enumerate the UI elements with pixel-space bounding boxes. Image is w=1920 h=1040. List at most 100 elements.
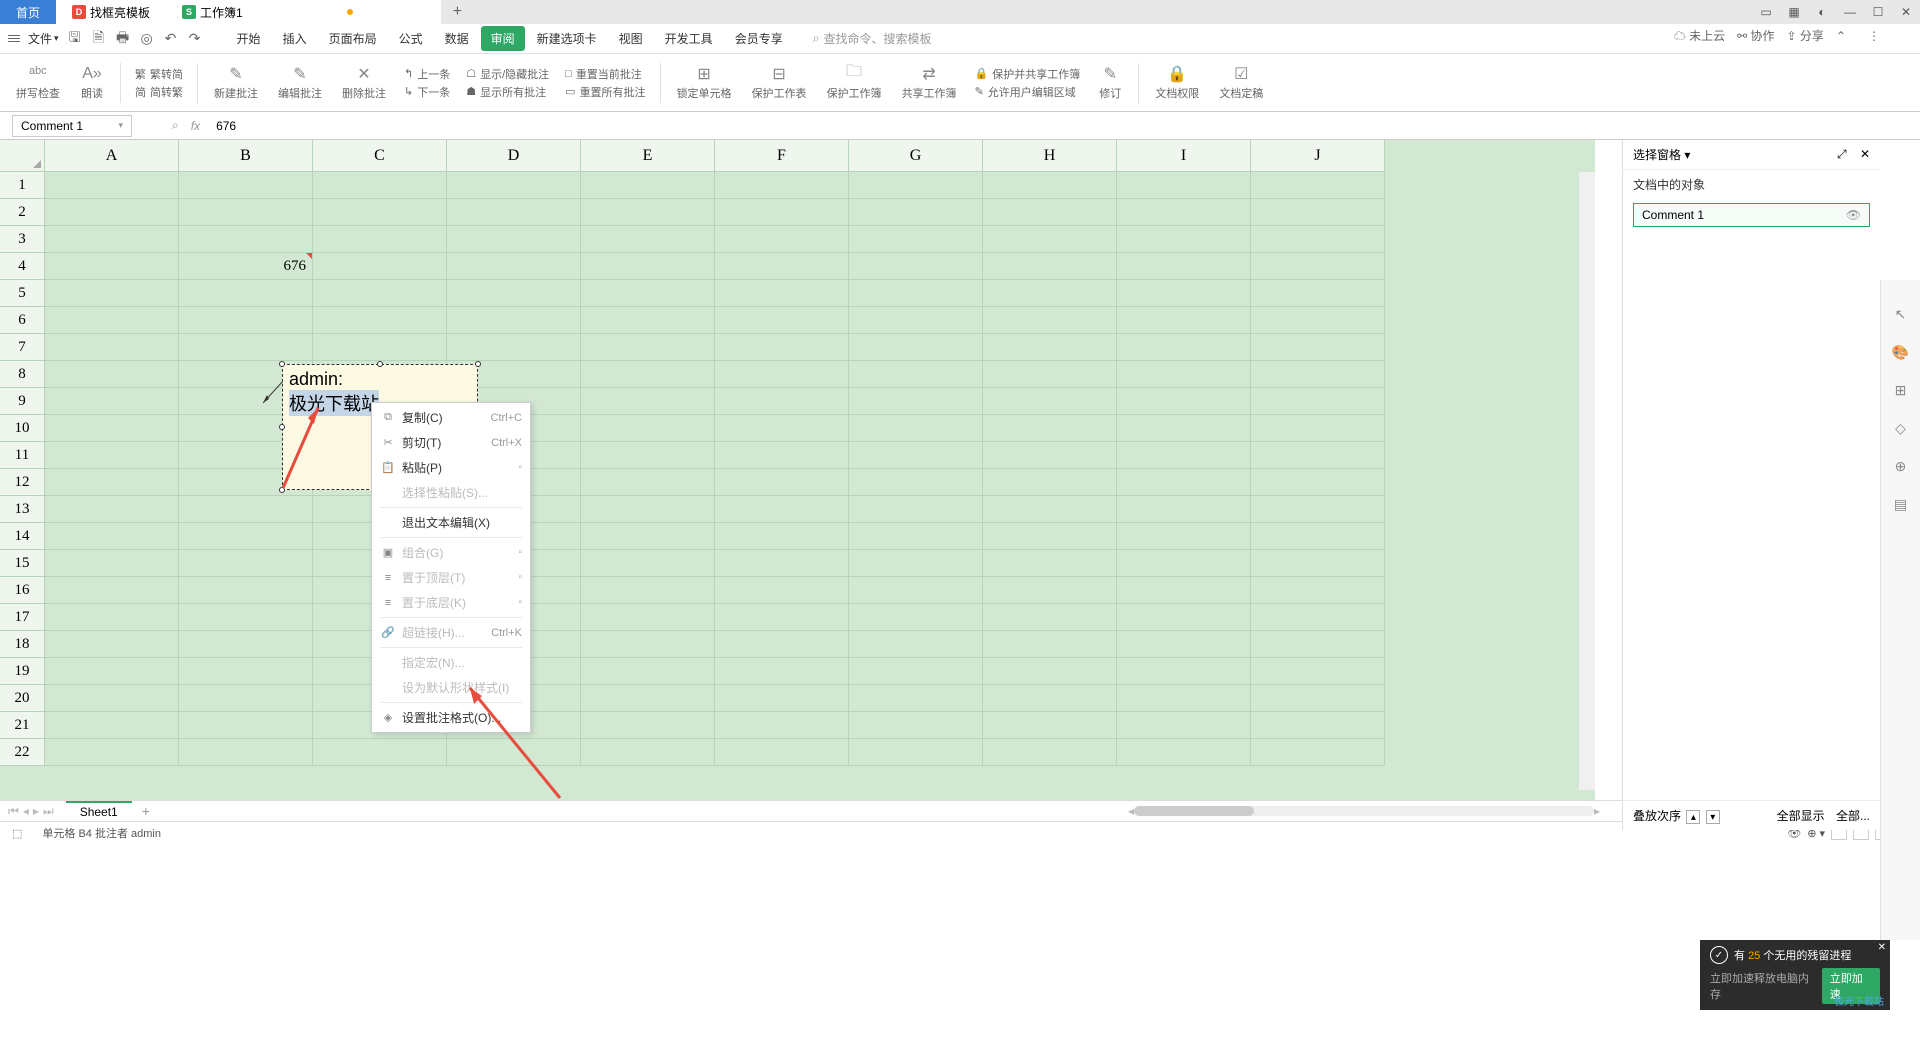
resize-handle[interactable]	[377, 361, 383, 367]
cell[interactable]	[1117, 226, 1251, 253]
protect-icon[interactable]: ⊕	[1891, 456, 1911, 476]
cell[interactable]	[313, 172, 447, 199]
cell[interactable]	[1251, 469, 1385, 496]
minimize-button[interactable]: —	[1836, 0, 1864, 24]
settings-icon[interactable]: ◐	[1808, 0, 1836, 24]
cell[interactable]	[45, 361, 179, 388]
hide-all-button[interactable]: 全部...	[1836, 809, 1870, 823]
resize-handle[interactable]	[279, 361, 285, 367]
preview-icon[interactable]: ◎	[139, 31, 155, 47]
cell[interactable]	[1251, 604, 1385, 631]
cell[interactable]	[1117, 442, 1251, 469]
save-icon[interactable]: 🖫	[67, 31, 83, 47]
sheet-nav-last[interactable]: ⏭	[43, 804, 54, 819]
cell[interactable]	[1117, 550, 1251, 577]
cell[interactable]	[715, 415, 849, 442]
cell[interactable]	[581, 631, 715, 658]
cell[interactable]	[45, 388, 179, 415]
show-all-button[interactable]: 全部显示	[1777, 809, 1825, 823]
cell[interactable]	[313, 280, 447, 307]
menu-review[interactable]: 审阅	[481, 26, 525, 51]
cell[interactable]	[581, 199, 715, 226]
cell[interactable]	[715, 739, 849, 766]
col-header[interactable]: G	[849, 140, 983, 172]
cell[interactable]	[1251, 712, 1385, 739]
cell[interactable]	[849, 604, 983, 631]
row-header[interactable]: 3	[0, 226, 45, 253]
row-header[interactable]: 19	[0, 658, 45, 685]
cell[interactable]	[45, 226, 179, 253]
cell[interactable]	[45, 415, 179, 442]
cell[interactable]	[983, 334, 1117, 361]
cell[interactable]	[849, 739, 983, 766]
cell[interactable]	[581, 280, 715, 307]
doc-permission-button[interactable]: 🔒文档权限	[1147, 65, 1207, 101]
cell[interactable]	[1117, 361, 1251, 388]
cell[interactable]	[45, 280, 179, 307]
paste-options-icon[interactable]: ▫	[518, 462, 522, 473]
cell[interactable]	[1251, 442, 1385, 469]
col-header[interactable]: H	[983, 140, 1117, 172]
cell[interactable]	[45, 307, 179, 334]
cell[interactable]	[849, 307, 983, 334]
cell[interactable]	[581, 496, 715, 523]
cloud-status[interactable]: ☁ 未上云	[1674, 27, 1725, 44]
notification-close-icon[interactable]: ✕	[1878, 942, 1886, 953]
cell[interactable]	[1117, 307, 1251, 334]
row-header[interactable]: 15	[0, 550, 45, 577]
cell[interactable]	[715, 199, 849, 226]
cell[interactable]	[715, 712, 849, 739]
cell[interactable]	[849, 226, 983, 253]
cell[interactable]	[45, 334, 179, 361]
menu-insert[interactable]: 插入	[273, 26, 317, 51]
simplify-button[interactable]: 繁繁转简	[135, 66, 183, 82]
allow-edit-button[interactable]: ✎允许用户编辑区域	[975, 84, 1081, 100]
undo-icon[interactable]: ↶	[163, 31, 179, 47]
cell[interactable]	[1117, 712, 1251, 739]
row-header[interactable]: 5	[0, 280, 45, 307]
cell[interactable]: 676	[179, 253, 313, 280]
apps-icon[interactable]: ▦	[1780, 0, 1808, 24]
cell[interactable]	[849, 442, 983, 469]
cell[interactable]	[313, 739, 447, 766]
cell[interactable]	[179, 523, 313, 550]
cell[interactable]	[849, 631, 983, 658]
row-header[interactable]: 13	[0, 496, 45, 523]
cell[interactable]	[179, 685, 313, 712]
cell[interactable]	[447, 280, 581, 307]
cell[interactable]	[715, 577, 849, 604]
cell[interactable]	[45, 442, 179, 469]
cell[interactable]	[1251, 685, 1385, 712]
doc-verify-button[interactable]: ☑文档定稿	[1211, 65, 1271, 101]
cell[interactable]	[45, 631, 179, 658]
cell[interactable]	[849, 685, 983, 712]
cell[interactable]	[1251, 307, 1385, 334]
cell[interactable]	[983, 469, 1117, 496]
cell[interactable]	[179, 658, 313, 685]
cell[interactable]	[983, 415, 1117, 442]
menu-start[interactable]: 开始	[227, 26, 271, 51]
cell[interactable]	[179, 631, 313, 658]
cell[interactable]	[715, 388, 849, 415]
read-aloud-button[interactable]: A»朗读	[72, 65, 112, 101]
cell[interactable]	[179, 226, 313, 253]
cell[interactable]	[447, 334, 581, 361]
cell[interactable]	[1251, 280, 1385, 307]
cell[interactable]	[447, 307, 581, 334]
row-header[interactable]: 4	[0, 253, 45, 280]
cell[interactable]	[179, 172, 313, 199]
palette-icon[interactable]: 🎨	[1891, 342, 1911, 362]
row-header[interactable]: 9	[0, 388, 45, 415]
cell[interactable]	[849, 469, 983, 496]
menu-data[interactable]: 数据	[435, 26, 479, 51]
col-header[interactable]: E	[581, 140, 715, 172]
cell[interactable]	[447, 253, 581, 280]
close-button[interactable]: ✕	[1892, 0, 1920, 24]
cell[interactable]	[45, 523, 179, 550]
cell[interactable]	[1117, 523, 1251, 550]
share-button[interactable]: ⇪ 分享	[1787, 27, 1824, 44]
move-up-icon[interactable]: ▴	[1686, 810, 1700, 824]
revision-button[interactable]: ✎修订	[1090, 65, 1130, 101]
cell[interactable]	[447, 172, 581, 199]
cell[interactable]	[581, 334, 715, 361]
